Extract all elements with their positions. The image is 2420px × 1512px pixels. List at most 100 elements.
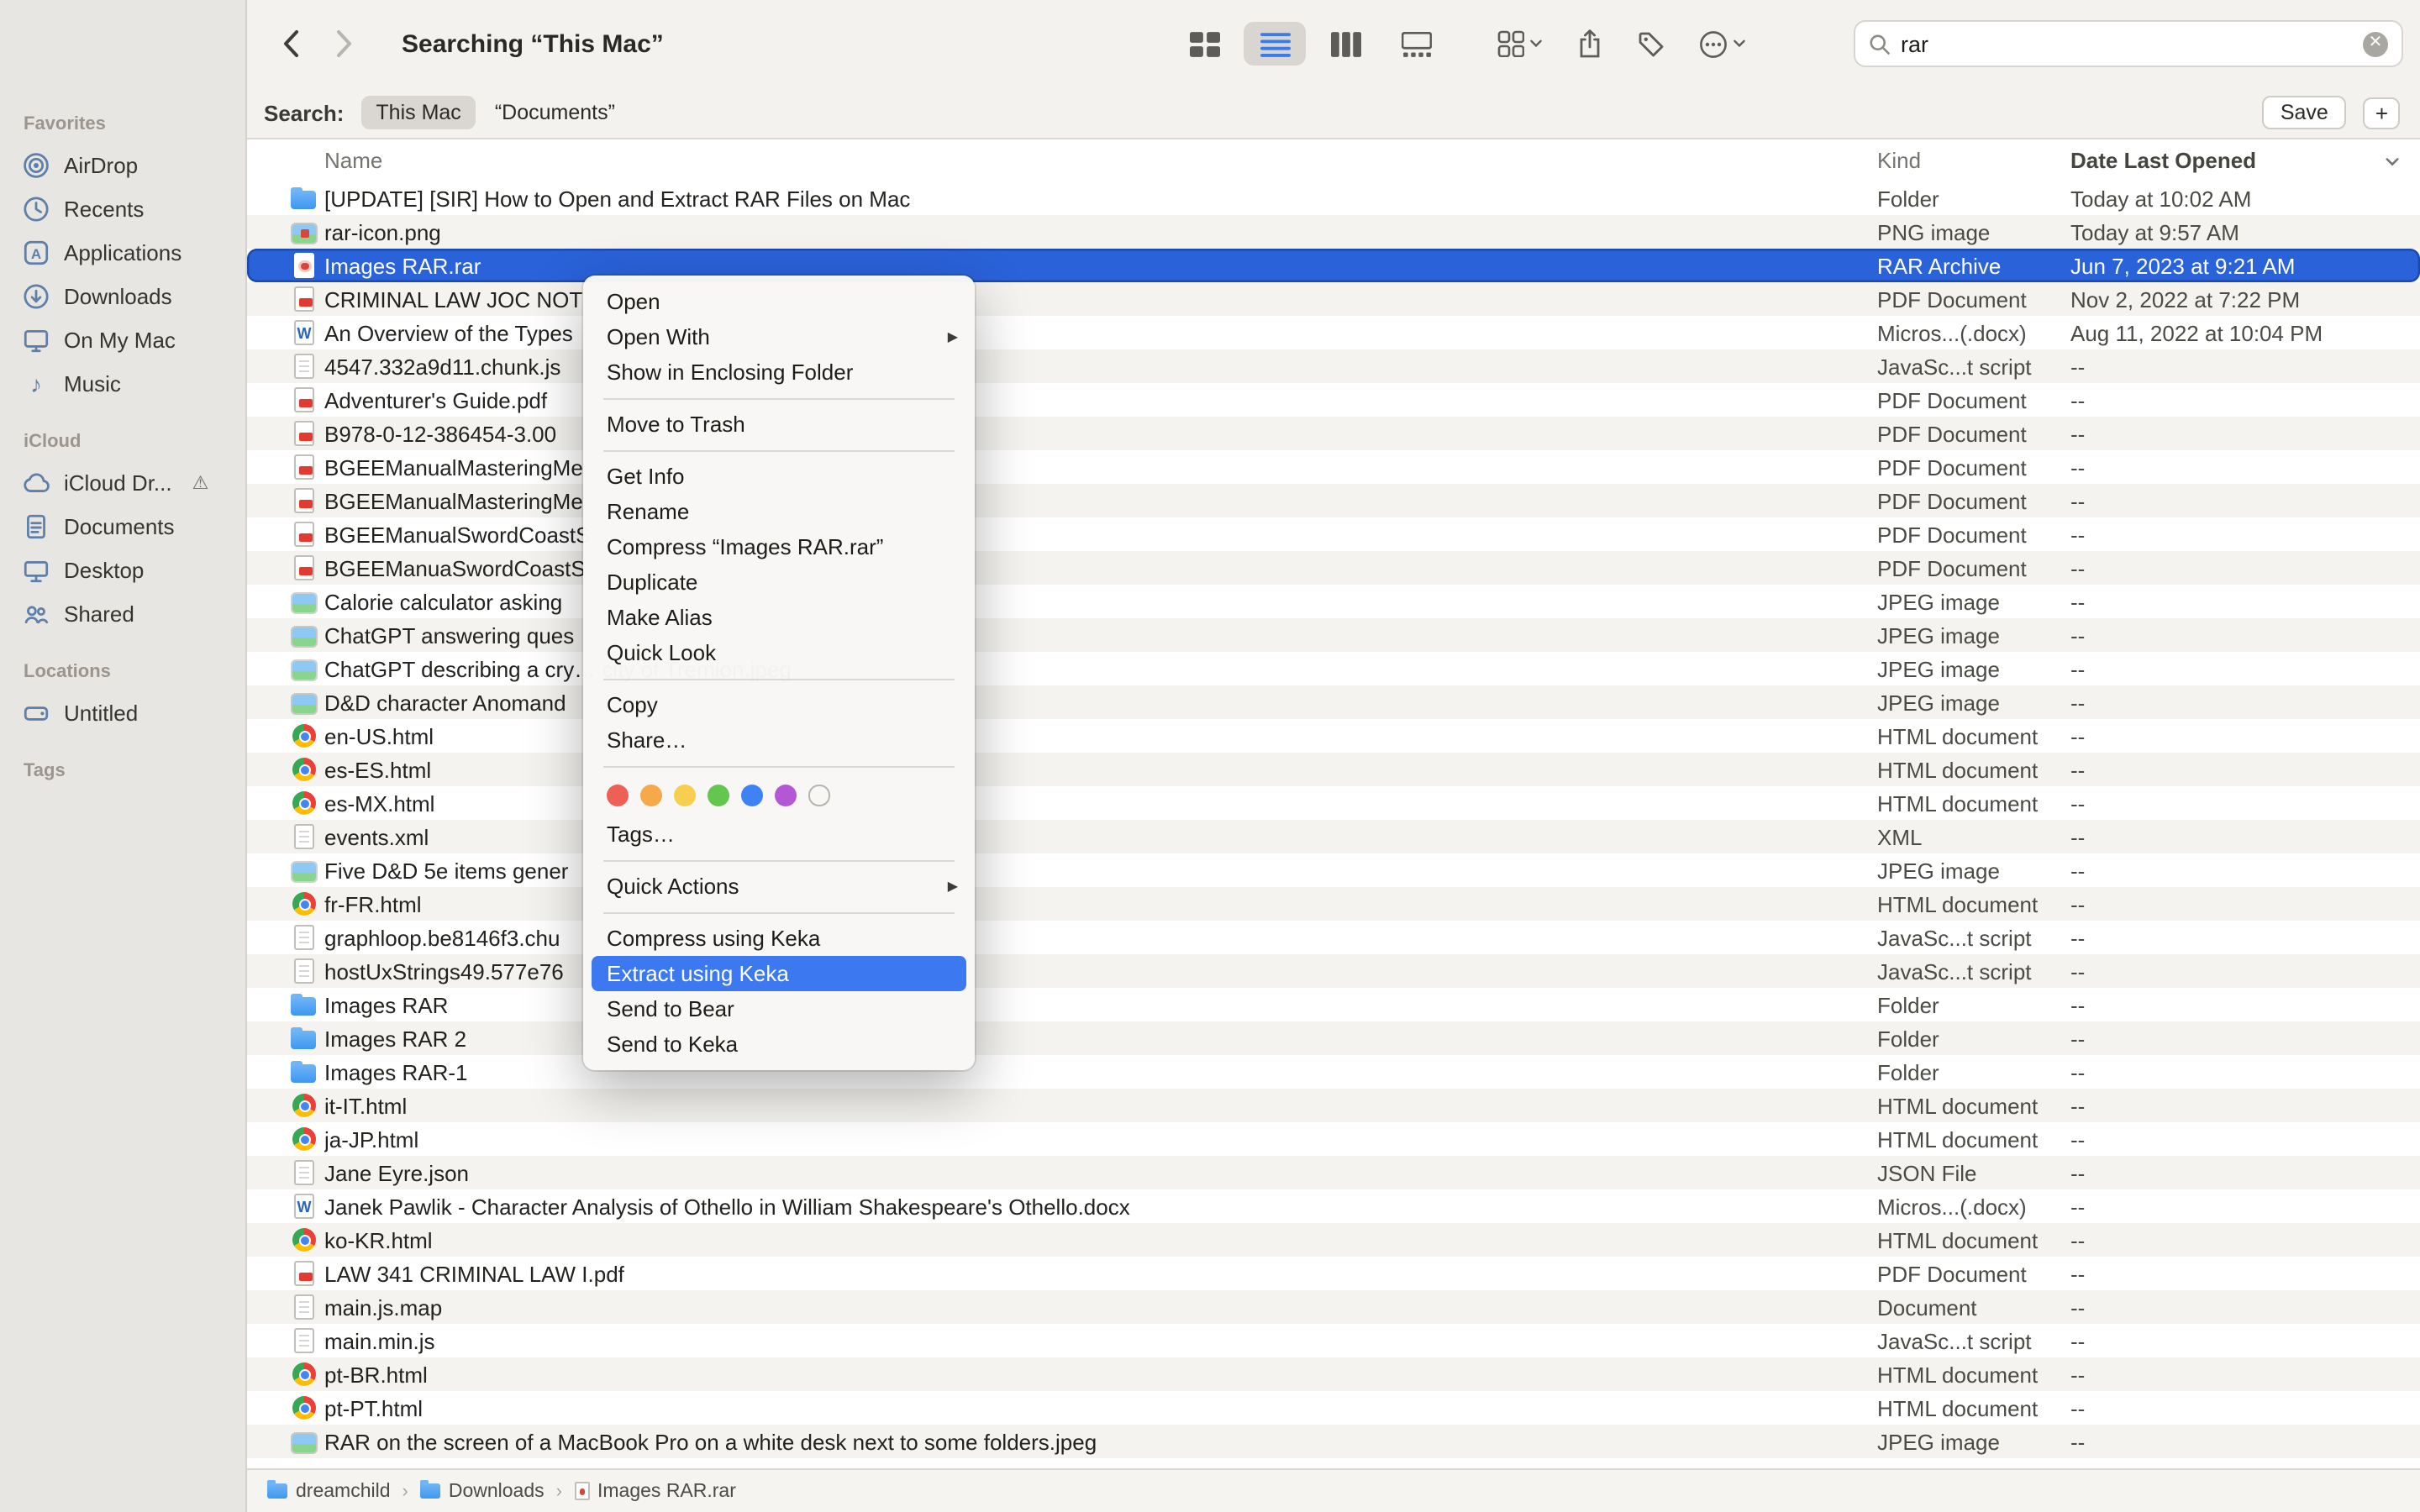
- sidebar-item-icloud-dr[interactable]: iCloud Dr...⚠: [0, 460, 245, 504]
- file-row-pt-pt-html[interactable]: pt-PT.htmlHTML document--: [247, 1391, 2420, 1425]
- sort-chevron-icon[interactable]: [2385, 148, 2400, 173]
- file-row-calorie-calculator-asking[interactable]: Calorie calculator askingJPEG image--: [247, 585, 2420, 618]
- breadcrumb-downloads[interactable]: Downloads: [420, 1481, 544, 1501]
- menu-item-make-alias[interactable]: Make Alias: [583, 600, 975, 635]
- group-by-button[interactable]: [1497, 30, 1543, 57]
- file-row-adventurer-s-guide-pdf[interactable]: Adventurer's Guide.pdfPDF Document--: [247, 383, 2420, 417]
- file-row-main-js-map[interactable]: main.js.mapDocument--: [247, 1290, 2420, 1324]
- view-columns-button[interactable]: [1314, 22, 1376, 66]
- file-row-rar-icon-png[interactable]: rar-icon.pngPNG imageToday at 9:57 AM: [247, 215, 2420, 249]
- file-row-criminal-law-joc-not[interactable]: CRIMINAL LAW JOC NOTPDF DocumentNov 2, 2…: [247, 282, 2420, 316]
- sidebar-item-documents[interactable]: Documents: [0, 504, 245, 548]
- search-field[interactable]: ✕: [1854, 20, 2403, 67]
- file-row-ja-jp-html[interactable]: ja-JP.htmlHTML document--: [247, 1122, 2420, 1156]
- file-row-five-d-d-5e-items-gener[interactable]: Five D&D 5e items generJPEG image--: [247, 853, 2420, 887]
- menu-item-rename[interactable]: Rename: [583, 494, 975, 529]
- menu-item-move-to-trash[interactable]: Move to Trash: [583, 407, 975, 442]
- scope-token-this-mac[interactable]: This Mac: [360, 96, 476, 129]
- sidebar-item-music[interactable]: ♪Music: [0, 361, 245, 405]
- menu-item-send-to-bear[interactable]: Send to Bear: [583, 991, 975, 1026]
- search-icon: [1869, 33, 1891, 55]
- view-list-button[interactable]: [1244, 22, 1306, 66]
- tag-color-dot[interactable]: [640, 785, 662, 806]
- tag-color-none[interactable]: [808, 785, 829, 806]
- menu-item-share[interactable]: Share…: [583, 722, 975, 758]
- column-header-date[interactable]: Date Last Opened: [2070, 148, 2256, 173]
- view-gallery-button[interactable]: [1385, 22, 1447, 66]
- tags-button[interactable]: [1637, 29, 1665, 58]
- file-row-images-rar-rar[interactable]: Images RAR.rarRAR ArchiveJun 7, 2023 at …: [247, 249, 2420, 282]
- file-row-an-overview-of-the-types[interactable]: An Overview of the TypesMicros...(.docx)…: [247, 316, 2420, 349]
- file-row-bgeemanuaswordcoasts[interactable]: BGEEManuaSwordCoastSPDF Document--: [247, 551, 2420, 585]
- file-row-d-d-character-anomand[interactable]: D&D character AnomandJPEG image--: [247, 685, 2420, 719]
- more-actions-button[interactable]: [1699, 29, 1746, 58]
- column-header-kind[interactable]: Kind: [1877, 148, 1921, 173]
- file-row-graphloop-be8146f3-chu[interactable]: graphloop.be8146f3.chuJavaSc...t script-…: [247, 921, 2420, 954]
- tag-color-dot[interactable]: [708, 785, 729, 806]
- sidebar-item-shared[interactable]: Shared: [0, 591, 245, 635]
- menu-item-tags[interactable]: Tags…: [583, 816, 975, 852]
- file-row-chatgpt-describing-a-cry-city-of-tremion[interactable]: ChatGPT describing a cry… city of Tremio…: [247, 652, 2420, 685]
- file-row-images-rar-2[interactable]: Images RAR 2Folder--: [247, 1021, 2420, 1055]
- file-row-bgeemanualswordcoasts[interactable]: BGEEManualSwordCoastSPDF Document--: [247, 517, 2420, 551]
- tag-color-dot[interactable]: [741, 785, 763, 806]
- menu-item-open[interactable]: Open: [583, 284, 975, 319]
- file-row-main-min-js[interactable]: main.min.jsJavaSc...t script--: [247, 1324, 2420, 1357]
- search-input[interactable]: [1901, 31, 2353, 56]
- scope-token-documents[interactable]: “Documents”: [480, 96, 630, 129]
- forward-button[interactable]: [334, 29, 355, 59]
- file-row-b978-0-12-386454-3-00[interactable]: B978-0-12-386454-3.00PDF Document--: [247, 417, 2420, 450]
- file-list: [UPDATE] [SIR] How to Open and Extract R…: [247, 181, 2420, 1468]
- tag-color-dot[interactable]: [775, 785, 797, 806]
- sidebar-item-untitled[interactable]: Untitled: [0, 690, 245, 734]
- menu-item-quick-look[interactable]: Quick Look: [583, 635, 975, 670]
- file-row-law-341-criminal-law-i-pdf[interactable]: LAW 341 CRIMINAL LAW I.pdfPDF Document--: [247, 1257, 2420, 1290]
- file-row-en-us-html[interactable]: en-US.htmlHTML document--: [247, 719, 2420, 753]
- share-button[interactable]: [1576, 29, 1603, 59]
- breadcrumb-dreamchild[interactable]: dreamchild: [267, 1481, 391, 1501]
- file-row-es-es-html[interactable]: es-ES.htmlHTML document--: [247, 753, 2420, 786]
- sidebar-item-airdrop[interactable]: AirDrop: [0, 143, 245, 186]
- menu-item-quick-actions[interactable]: Quick Actions▶: [583, 869, 975, 904]
- file-row-images-rar[interactable]: Images RARFolder--: [247, 988, 2420, 1021]
- file-row-hostuxstrings49-577e76[interactable]: hostUxStrings49.577e76JavaSc...t script-…: [247, 954, 2420, 988]
- menu-item-get-info[interactable]: Get Info: [583, 459, 975, 494]
- menu-item-send-to-keka[interactable]: Send to Keka: [583, 1026, 975, 1062]
- file-row-chatgpt-answering-ques[interactable]: ChatGPT answering quesJPEG image--: [247, 618, 2420, 652]
- clear-search-icon[interactable]: ✕: [2363, 31, 2388, 56]
- file-row-es-mx-html[interactable]: es-MX.htmlHTML document--: [247, 786, 2420, 820]
- breadcrumb-images-rar-rar[interactable]: Images RAR.rar: [574, 1481, 736, 1501]
- file-row-4547-332a9d11-chunk-js[interactable]: 4547.332a9d11.chunk.jsJavaSc...t script-…: [247, 349, 2420, 383]
- file-row-events-xml[interactable]: events.xmlXML--: [247, 820, 2420, 853]
- file-row-janek-pawlik-character-analysis-of-othel[interactable]: Janek Pawlik - Character Analysis of Oth…: [247, 1189, 2420, 1223]
- tag-color-dot[interactable]: [607, 785, 629, 806]
- sidebar-item-desktop[interactable]: Desktop: [0, 548, 245, 591]
- sidebar-item-on-my-mac[interactable]: On My Mac: [0, 318, 245, 361]
- menu-item-extract-using-keka[interactable]: Extract using Keka: [592, 956, 966, 991]
- menu-item-open-with[interactable]: Open With▶: [583, 319, 975, 354]
- menu-item-compress-using-keka[interactable]: Compress using Keka: [583, 921, 975, 956]
- sidebar-item-downloads[interactable]: Downloads: [0, 274, 245, 318]
- menu-item-duplicate[interactable]: Duplicate: [583, 564, 975, 600]
- file-row-bgeemanualmasteringme[interactable]: BGEEManualMasteringMePDF Document--: [247, 450, 2420, 484]
- add-criteria-button[interactable]: +: [2364, 97, 2400, 129]
- menu-item-copy[interactable]: Copy: [583, 687, 975, 722]
- file-row-it-it-html[interactable]: it-IT.htmlHTML document--: [247, 1089, 2420, 1122]
- file-row-pt-br-html[interactable]: pt-BR.htmlHTML document--: [247, 1357, 2420, 1391]
- column-header-name[interactable]: Name: [324, 148, 382, 173]
- menu-item-show-in-enclosing-folder[interactable]: Show in Enclosing Folder: [583, 354, 975, 390]
- file-row-update-sir-how-to-open-and-extract-rar-f[interactable]: [UPDATE] [SIR] How to Open and Extract R…: [247, 181, 2420, 215]
- file-row-bgeemanualmasteringme[interactable]: BGEEManualMasteringMePDF Document--: [247, 484, 2420, 517]
- file-row-rar-on-the-screen-of-a-macbook-pro-on-a-[interactable]: RAR on the screen of a MacBook Pro on a …: [247, 1425, 2420, 1458]
- view-grid-button[interactable]: [1173, 22, 1235, 66]
- file-row-images-rar-1[interactable]: Images RAR-1Folder--: [247, 1055, 2420, 1089]
- file-row-ko-kr-html[interactable]: ko-KR.htmlHTML document--: [247, 1223, 2420, 1257]
- menu-item-compress-images-rar-rar[interactable]: Compress “Images RAR.rar”: [583, 529, 975, 564]
- sidebar-item-recents[interactable]: Recents: [0, 186, 245, 230]
- sidebar-item-applications[interactable]: AApplications: [0, 230, 245, 274]
- back-button[interactable]: [281, 29, 301, 59]
- save-search-button[interactable]: Save: [2262, 96, 2347, 129]
- file-row-fr-fr-html[interactable]: fr-FR.htmlHTML document--: [247, 887, 2420, 921]
- tag-color-dot[interactable]: [674, 785, 696, 806]
- file-row-jane-eyre-json[interactable]: Jane Eyre.jsonJSON File--: [247, 1156, 2420, 1189]
